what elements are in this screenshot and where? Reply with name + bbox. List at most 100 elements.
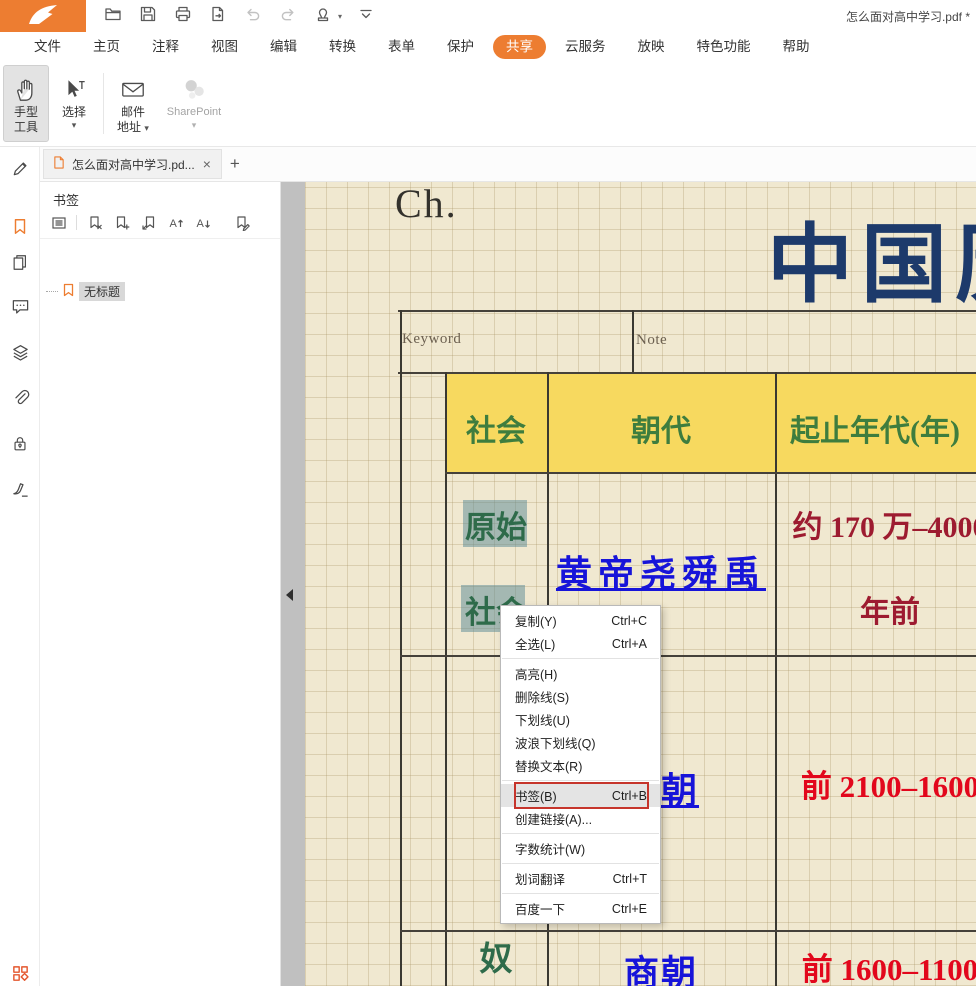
menu-tab-form[interactable]: 表单 <box>372 35 431 59</box>
menu-item-highlight[interactable]: 高亮(H) <box>501 662 660 685</box>
panel-collapse-handle[interactable] <box>283 588 296 606</box>
menu-item-label: 复制(Y) <box>515 611 557 630</box>
menu-item-shortcut: Ctrl+C <box>611 614 647 628</box>
menu-item-underline[interactable]: 下划线(U) <box>501 708 660 731</box>
menu-tab-home[interactable]: 主页 <box>77 35 136 59</box>
expand-bookmarks-icon[interactable]: A <box>166 213 185 232</box>
comments-panel-icon[interactable] <box>10 296 30 316</box>
customize-toolbar-button[interactable] <box>355 5 377 27</box>
menu-item-shortcut: Ctrl+E <box>612 902 647 916</box>
menu-item-copy[interactable]: 复制(Y) Ctrl+C <box>501 609 660 632</box>
collapse-bookmarks-icon[interactable]: A <box>193 213 212 232</box>
header-years[interactable]: 起止年代(年) <box>775 406 975 450</box>
cell-years-row2[interactable]: 前 2100–1600 <box>775 761 976 806</box>
document-tab-title: 怎么面对高中学习.pd... <box>72 156 195 173</box>
keyword-note-divider <box>632 310 634 374</box>
ribbon-tab-bar: 文件 主页 注释 视图 编辑 转换 表单 保护 共享 云服务 放映 特色功能 帮… <box>0 32 976 62</box>
menu-item-select-all[interactable]: 全选(L)Ctrl+A <box>501 632 660 655</box>
sharepoint-label: SharePoint <box>167 105 221 120</box>
folder-open-icon <box>104 5 122 28</box>
menu-item-label: 百度一下 <box>515 899 565 918</box>
menu-item-shortcut: Ctrl+T <box>613 872 647 886</box>
undo-button[interactable] <box>242 5 264 27</box>
menu-item-strikethrough[interactable]: 删除线(S) <box>501 685 660 708</box>
select-dropdown-caret-icon[interactable]: ▾ <box>72 120 77 130</box>
security-panel-icon[interactable] <box>10 433 30 453</box>
menu-tab-share[interactable]: 共享 <box>493 35 546 59</box>
attachments-panel-icon[interactable] <box>10 388 30 408</box>
delete-bookmark-icon[interactable] <box>85 213 104 232</box>
menu-tab-view[interactable]: 视图 <box>195 35 254 59</box>
pages-panel-icon[interactable] <box>10 252 30 272</box>
page-title[interactable]: 中国历 <box>767 194 976 319</box>
document-viewport: Ch. 中国历 Keyword Note 社会 朝代 起止年代(年) <box>281 182 976 986</box>
cell-dynasty-link-1[interactable]: 黄帝尧舜禹 <box>547 545 775 597</box>
menu-item-replace-text[interactable]: 替换文本(R) <box>501 754 660 777</box>
bookmarks-panel: 书签 A A <box>40 182 281 986</box>
rename-bookmark-icon[interactable] <box>232 213 251 232</box>
document-tab-active[interactable]: 怎么面对高中学习.pd... × <box>43 149 222 179</box>
tab-close-icon[interactable]: × <box>202 156 212 172</box>
dashboard-grid-icon[interactable] <box>10 963 30 983</box>
menu-item-label: 划词翻译 <box>515 869 565 888</box>
menu-tab-help[interactable]: 帮助 <box>767 35 826 59</box>
document-tab-bar: 怎么面对高中学习.pd... × + <box>40 147 976 182</box>
header-dynasty[interactable]: 朝代 <box>547 406 775 450</box>
menu-tab-cloud[interactable]: 云服务 <box>549 35 622 59</box>
menu-tab-file[interactable]: 文件 <box>18 35 77 59</box>
open-file-button[interactable] <box>102 5 124 27</box>
export-button[interactable] <box>207 5 229 27</box>
app-logo[interactable] <box>0 0 86 32</box>
menu-tab-comment[interactable]: 注释 <box>136 35 195 59</box>
redo-icon <box>279 5 297 28</box>
menu-item-translate[interactable]: 划词翻译 Ctrl+T <box>501 867 660 890</box>
print-button[interactable] <box>172 5 194 27</box>
cell-years-line2[interactable]: 年前 <box>775 587 976 631</box>
cell-society-row3[interactable]: 奴 <box>445 932 547 980</box>
save-button[interactable] <box>137 5 159 27</box>
menu-tab-convert[interactable]: 转换 <box>313 35 372 59</box>
undo-icon <box>244 5 262 28</box>
stamp-tool-button[interactable] <box>312 5 334 27</box>
cell-dynasty-link-3[interactable]: 商朝 <box>547 945 775 986</box>
panel-menu-icon[interactable] <box>49 213 68 232</box>
new-tab-button[interactable]: + <box>222 151 248 177</box>
signature-panel-icon[interactable] <box>10 479 30 499</box>
menu-item-baidu-search[interactable]: 百度一下 Ctrl+E <box>501 897 660 920</box>
menu-item-label: 替换文本(R) <box>515 756 582 775</box>
sharepoint-button: SharePoint ▾ <box>158 65 230 142</box>
menu-item-squiggly-underline[interactable]: 波浪下划线(Q) <box>501 731 660 754</box>
menu-separator <box>502 863 659 864</box>
menu-separator <box>502 780 659 781</box>
header-bottom-rule <box>445 472 976 474</box>
menu-separator <box>502 833 659 834</box>
layers-panel-icon[interactable] <box>10 342 30 362</box>
add-bookmark-icon[interactable] <box>112 213 131 232</box>
menu-separator <box>502 893 659 894</box>
menu-item-word-count[interactable]: 字数统计(W) <box>501 837 660 860</box>
cell-years-line1[interactable]: 约 170 万–4000 <box>775 502 976 546</box>
sharepoint-icon <box>181 73 207 105</box>
hand-tool-button[interactable]: 手型工具 <box>3 65 49 142</box>
table-top-rule <box>398 310 976 312</box>
cell-years-row3[interactable]: 前 1600–1100 <box>775 944 976 986</box>
bookmark-tree-item[interactable]: 无标题 <box>46 282 125 301</box>
menu-item-create-link[interactable]: 创建链接(A)... <box>501 807 660 830</box>
menu-tab-present[interactable]: 放映 <box>622 35 681 59</box>
stamp-dropdown-caret-icon[interactable]: ▾ <box>338 12 342 21</box>
mail-address-button[interactable]: 邮件地址 ▾ <box>110 65 156 142</box>
mail-dropdown-caret-icon[interactable]: ▾ <box>144 123 149 133</box>
menu-tab-protect[interactable]: 保护 <box>431 35 490 59</box>
header-society[interactable]: 社会 <box>445 406 547 450</box>
ribbon-separator <box>103 73 104 134</box>
select-tool-button[interactable]: 选择 ▾ <box>51 65 97 142</box>
menu-item-bookmark[interactable]: 书签(B)Ctrl+B <box>501 784 660 807</box>
cell-society-line1[interactable]: 原始 <box>445 502 547 547</box>
bookmarks-panel-icon[interactable] <box>10 216 30 236</box>
redo-button[interactable] <box>277 5 299 27</box>
menu-tab-features[interactable]: 特色功能 <box>681 35 767 59</box>
menu-item-label: 高亮(H) <box>515 664 557 683</box>
edit-pen-icon[interactable] <box>10 158 30 178</box>
menu-tab-edit[interactable]: 编辑 <box>254 35 313 59</box>
set-destination-icon[interactable] <box>139 213 158 232</box>
